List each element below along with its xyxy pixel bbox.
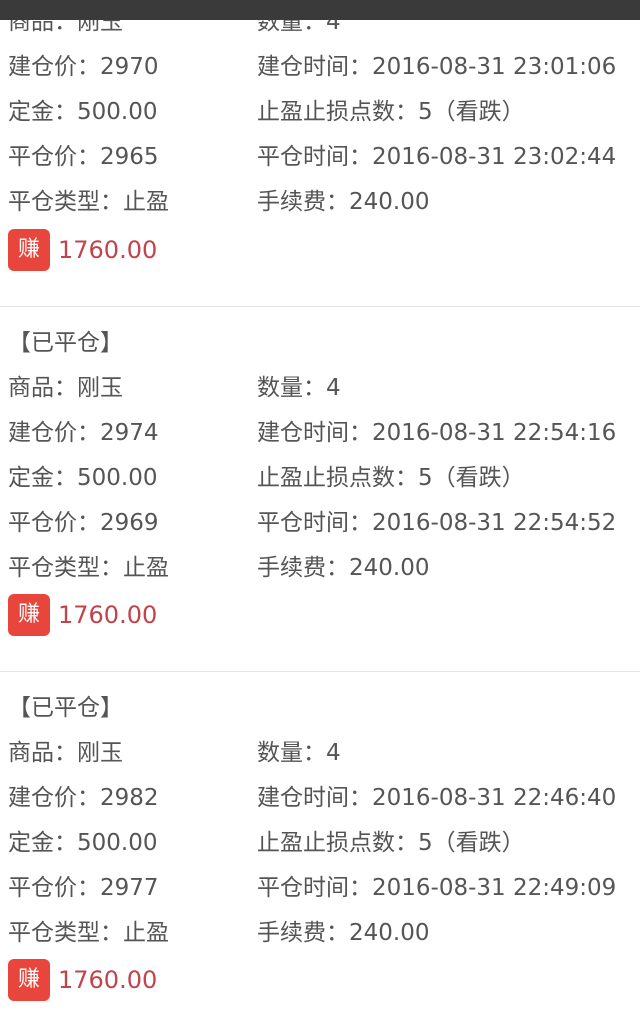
close-price-field: 平仓价：2969 [8, 510, 159, 536]
open-time-field: 建仓时间：2016-08-31 22:54:16 [257, 420, 617, 446]
quantity-field: 数量：4 [257, 740, 341, 766]
record-status: 【已平仓】 [8, 330, 123, 356]
close-time-field: 平仓时间：2016-08-31 22:49:09 [257, 875, 617, 901]
profit-badge: 赚 [8, 229, 50, 271]
fee-field: 手续费：240.00 [257, 920, 430, 946]
deposit-field: 定金：500.00 [8, 830, 158, 856]
record-row-deposit: 定金：500.00 止盈止损点数：5（看跌） [0, 92, 640, 137]
deposit-field: 定金：500.00 [8, 465, 158, 491]
record-row-type: 平仓类型：止盈 手续费：240.00 [0, 913, 640, 958]
record-row-close: 平仓价：2969 平仓时间：2016-08-31 22:54:52 [0, 503, 640, 548]
close-time-field: 平仓时间：2016-08-31 22:54:52 [257, 510, 617, 536]
record-row-open: 建仓价：2970 建仓时间：2016-08-31 23:01:06 [0, 47, 640, 92]
record-row-deposit: 定金：500.00 止盈止损点数：5（看跌） [0, 823, 640, 868]
close-type-field: 平仓类型：止盈 [8, 555, 169, 581]
product-field: 商品：刚玉 [8, 375, 123, 401]
close-price-field: 平仓价：2977 [8, 875, 159, 901]
record-row-type: 平仓类型：止盈 手续费：240.00 [0, 182, 640, 227]
record-row-product: 商品：刚玉 数量：4 [0, 368, 640, 413]
profit-badge: 赚 [8, 959, 50, 1001]
profit-line: 赚 1760.00 [8, 959, 157, 1003]
profit-line: 赚 1760.00 [8, 229, 157, 273]
close-price-field: 平仓价：2965 [8, 144, 159, 170]
record-divider [0, 671, 640, 672]
record-row-open: 建仓价：2982 建仓时间：2016-08-31 22:46:40 [0, 778, 640, 823]
close-type-field: 平仓类型：止盈 [8, 920, 169, 946]
fee-field: 手续费：240.00 [257, 189, 430, 215]
tp-sl-field: 止盈止损点数：5（看跌） [257, 465, 525, 491]
close-time-field: 平仓时间：2016-08-31 23:02:44 [257, 144, 617, 170]
tp-sl-field: 止盈止损点数：5（看跌） [257, 99, 525, 125]
record-row-close: 平仓价：2977 平仓时间：2016-08-31 22:49:09 [0, 868, 640, 913]
open-time-field: 建仓时间：2016-08-31 23:01:06 [257, 54, 617, 80]
record-row-deposit: 定金：500.00 止盈止损点数：5（看跌） [0, 458, 640, 503]
profit-amount: 1760.00 [58, 236, 158, 264]
tp-sl-field: 止盈止损点数：5（看跌） [257, 830, 525, 856]
fee-field: 手续费：240.00 [257, 555, 430, 581]
record-divider [0, 306, 640, 307]
open-price-field: 建仓价：2974 [8, 420, 159, 446]
product-field: 商品：刚玉 [8, 740, 123, 766]
record-row-product: 商品：刚玉 数量：4 [0, 733, 640, 778]
record-status: 【已平仓】 [8, 695, 123, 721]
profit-amount: 1760.00 [58, 601, 158, 629]
deposit-field: 定金：500.00 [8, 99, 158, 125]
top-status-bar [0, 0, 640, 20]
record-row-open: 建仓价：2974 建仓时间：2016-08-31 22:54:16 [0, 413, 640, 458]
quantity-field: 数量：4 [257, 375, 341, 401]
record-row-type: 平仓类型：止盈 手续费：240.00 [0, 548, 640, 593]
profit-amount: 1760.00 [58, 966, 158, 994]
profit-badge: 赚 [8, 594, 50, 636]
profit-line: 赚 1760.00 [8, 594, 157, 638]
open-time-field: 建仓时间：2016-08-31 22:46:40 [257, 785, 617, 811]
open-price-field: 建仓价：2970 [8, 54, 159, 80]
record-row-close: 平仓价：2965 平仓时间：2016-08-31 23:02:44 [0, 137, 640, 182]
close-type-field: 平仓类型：止盈 [8, 189, 169, 215]
open-price-field: 建仓价：2982 [8, 785, 159, 811]
